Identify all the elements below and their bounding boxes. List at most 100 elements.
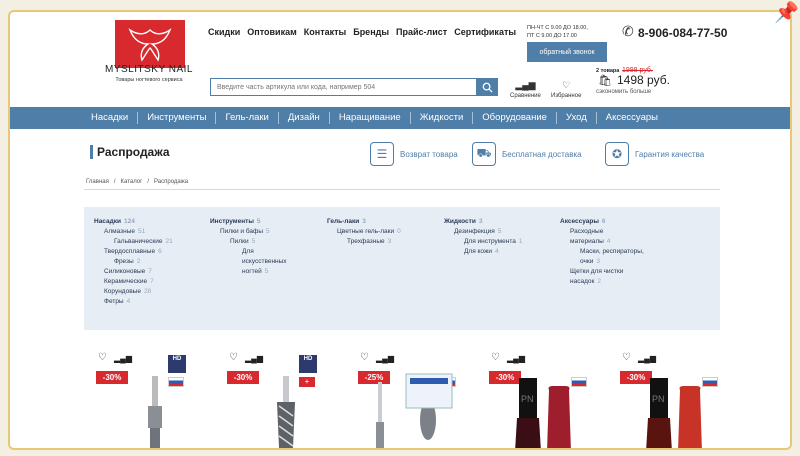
compare-icon[interactable]: ▂▄▆ [376, 354, 394, 363]
product-image[interactable]: PN [620, 372, 720, 450]
category-link[interactable]: Гальванические 21 [94, 237, 173, 247]
category-link[interactable]: насадок 2 [560, 277, 644, 287]
hours-line-2: ПТ С 9.00 ДО 17.00 [527, 33, 577, 39]
category-label: Маски, респираторы, [580, 248, 644, 255]
menu-item-liquids[interactable]: Жидкости [411, 112, 474, 124]
callback-button[interactable]: обратный звонок [527, 42, 607, 62]
work-hours: ПН-ЧТ С 9.00 ДО 18.00, ПТ С 9.00 ДО 17.0… [527, 24, 588, 40]
logo[interactable] [115, 20, 185, 68]
nav-wholesale[interactable]: Оптовикам [247, 27, 296, 37]
category-heading[interactable]: Инструменты 5 [210, 217, 287, 227]
benefit-return[interactable]: ☰ Возврат товара [370, 142, 458, 166]
category-link[interactable]: Трехфазные 3 [327, 237, 401, 247]
breadcrumb-home[interactable]: Главная [86, 179, 109, 185]
category-label: очки [580, 258, 594, 265]
breadcrumb: Главная / Каталог / Распродажа [86, 179, 188, 185]
product-card[interactable]: ♡ ▂▄▆ -30% HD [96, 352, 214, 450]
category-heading[interactable]: Насадки 124 [94, 217, 173, 227]
category-link[interactable]: Для [210, 247, 287, 257]
compare-icon[interactable]: ▂▄▆ [507, 354, 525, 363]
category-link[interactable]: Керамические 7 [94, 277, 173, 287]
category-count: 3 [478, 218, 483, 225]
heart-icon[interactable]: ♡ [622, 352, 631, 363]
heart-icon[interactable]: ♡ [98, 352, 107, 363]
category-label: Твердосплавные [104, 248, 156, 255]
category-link[interactable]: Для кожи 4 [444, 247, 523, 257]
product-image[interactable] [96, 372, 196, 450]
category-label: Аксессуары [560, 218, 599, 225]
category-link[interactable]: Пилки 5 [210, 237, 287, 247]
category-link[interactable]: Пилки и бафы 5 [210, 227, 287, 237]
menu-item-extension[interactable]: Наращивание [330, 112, 411, 124]
heart-icon[interactable]: ♡ [491, 352, 500, 363]
menu-item-tools[interactable]: Инструменты [138, 112, 217, 124]
favorites-link[interactable]: ♡ Избранное [551, 80, 581, 99]
category-link[interactable]: материалы 4 [560, 237, 644, 247]
category-col-liquids: Жидкости 3 Дезинфекция 5 Для инструмента 1 Для… [444, 217, 523, 257]
menu-item-design[interactable]: Дизайн [279, 112, 330, 124]
category-count: 2 [136, 258, 141, 265]
menu-item-nozzles[interactable]: Насадки [82, 112, 139, 124]
search-input[interactable] [210, 78, 478, 96]
hours-line-1: ПН-ЧТ С 9.00 ДО 18.00, [527, 25, 588, 31]
category-link[interactable]: Твердосплавные 6 [94, 247, 173, 257]
category-link[interactable]: очки 3 [560, 257, 644, 267]
category-link[interactable]: Дезинфекция 5 [444, 227, 523, 237]
category-link[interactable]: Алмазные 51 [94, 227, 173, 237]
compare-icon[interactable]: ▂▄▆ [114, 354, 132, 363]
product-image[interactable]: PN [489, 372, 589, 450]
category-heading[interactable]: Жидкости 3 [444, 217, 523, 227]
cart-total[interactable]: 1498 руб. [617, 73, 670, 87]
medal-icon: ✪ [605, 142, 629, 166]
category-link[interactable]: Цветные гель-лаки 0 [327, 227, 401, 237]
category-link[interactable]: искусственных [210, 257, 287, 267]
compare-icon[interactable]: ▂▄▆ [245, 354, 263, 363]
heart-icon[interactable]: ♡ [229, 352, 238, 363]
nav-certificates[interactable]: Сертификаты [454, 27, 516, 37]
category-count: 1 [518, 238, 523, 245]
breadcrumb-catalog[interactable]: Каталог [121, 179, 143, 185]
menu-item-care[interactable]: Уход [557, 112, 597, 124]
category-link[interactable]: Силиконовые 7 [94, 267, 173, 277]
category-link[interactable]: Расходные [560, 227, 644, 237]
product-card[interactable]: ♡ ▂▄▆ -25% [358, 352, 476, 450]
menu-item-gel-polish[interactable]: Гель-лаки [216, 112, 279, 124]
product-image[interactable] [227, 372, 327, 450]
category-link[interactable]: ногтей 5 [210, 267, 287, 277]
category-link[interactable]: Корундовые 28 [94, 287, 173, 297]
benefit-quality[interactable]: ✪ Гарантия качества [605, 142, 704, 166]
category-heading[interactable]: Гель-лаки 3 [327, 217, 401, 227]
truck-icon: ⛟ [472, 142, 496, 166]
product-image[interactable] [358, 372, 458, 450]
category-count: 3 [387, 238, 392, 245]
category-label: Пилки [230, 238, 249, 245]
category-count: 5 [256, 218, 261, 225]
benefit-return-label: Возврат товара [400, 149, 458, 159]
category-heading[interactable]: Аксессуары 6 [560, 217, 644, 227]
phone-number[interactable]: 8-906-084-77-50 [638, 26, 727, 40]
nav-contacts[interactable]: Контакты [304, 27, 346, 37]
product-card[interactable]: ♡ ▂▄▆ -30% HD + [227, 352, 345, 450]
category-link[interactable]: Щетки для чистки [560, 267, 644, 277]
category-link[interactable]: Фрезы 2 [94, 257, 173, 267]
category-link[interactable]: Маски, респираторы, [560, 247, 644, 257]
main-menu: Насадки Инструменты Гель-лаки Дизайн Нар… [10, 107, 790, 129]
brand-badge: HD [299, 355, 317, 373]
product-card[interactable]: ♡ ▂▄▆ -30% PN [620, 352, 738, 450]
category-link[interactable]: Для инструмента 1 [444, 237, 523, 247]
nav-brands[interactable]: Бренды [353, 27, 389, 37]
nav-price-list[interactable]: Прайс-лист [396, 27, 447, 37]
nav-discounts[interactable]: Скидки [208, 27, 240, 37]
cart-icon[interactable]: 🛍 [598, 74, 612, 87]
search-button[interactable] [476, 78, 498, 96]
category-link[interactable]: Фетры 4 [94, 297, 173, 307]
category-label: Цветные гель-лаки [337, 228, 395, 235]
menu-item-accessories[interactable]: Аксессуары [597, 112, 667, 124]
compare-icon[interactable]: ▂▄▆ [638, 354, 656, 363]
compare-link[interactable]: ▂▄▆ Сравнение [510, 80, 541, 99]
category-label: ногтей [242, 268, 262, 275]
product-card[interactable]: ♡ ▂▄▆ -30% PN [489, 352, 607, 450]
heart-icon[interactable]: ♡ [360, 352, 369, 363]
menu-item-equipment[interactable]: Оборудование [473, 112, 557, 124]
benefit-delivery[interactable]: ⛟ Бесплатная доставка [472, 142, 582, 166]
